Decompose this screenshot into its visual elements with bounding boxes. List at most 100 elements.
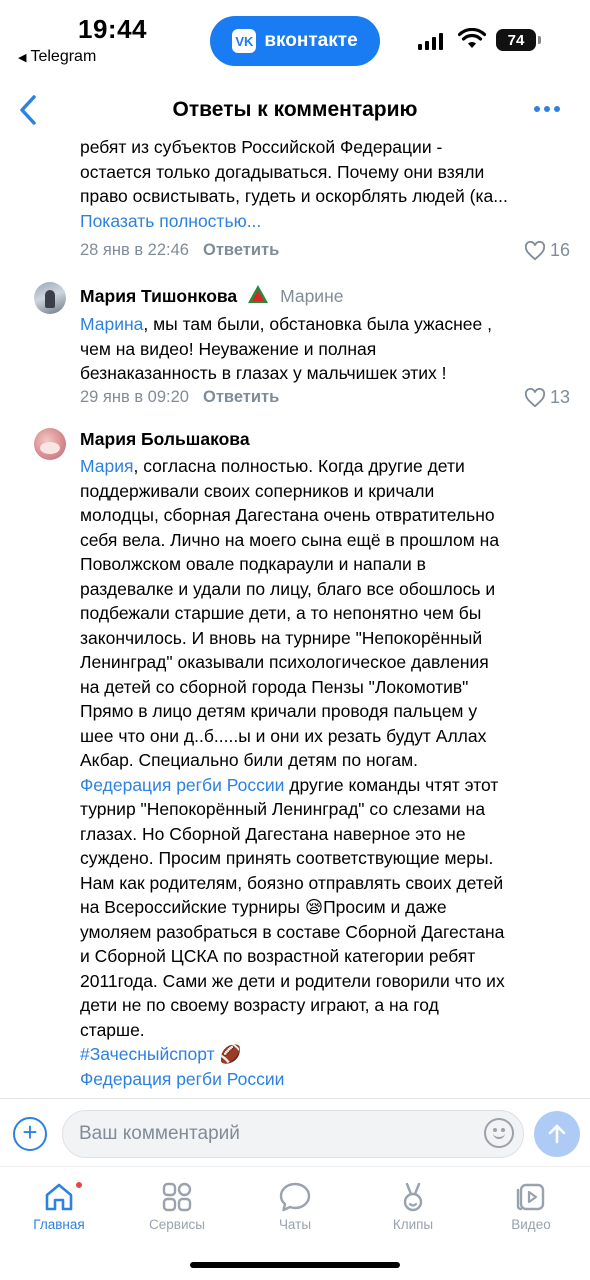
comment-line: Акбар. Специально били детям по ногам. bbox=[80, 750, 418, 770]
lokomotiv-logo-icon bbox=[247, 285, 268, 303]
comment-line: Ленинград" оказывали психологическое дав… bbox=[80, 652, 489, 672]
comment-line: на Всероссийские турниры bbox=[80, 897, 305, 917]
vk-logo-icon: VK bbox=[232, 29, 257, 53]
football-emoji-icon: 🏈 bbox=[219, 1044, 242, 1064]
like-button[interactable]: 13 bbox=[524, 387, 570, 408]
mention-link[interactable]: Мария bbox=[80, 456, 134, 476]
comment-line: суждено. Просим принять соответствующие … bbox=[80, 848, 494, 868]
comment-line: 2011года. Сами же дети и родители говори… bbox=[80, 970, 505, 991]
comment-header: Мария Тишонкова Марине bbox=[80, 283, 580, 309]
page-title: Ответы к комментарию bbox=[172, 98, 418, 121]
comment-text: Мария, согласна полностью. Когда другие … bbox=[80, 454, 585, 1091]
comment-line: на детей со сборной города Пензы "Локомо… bbox=[80, 676, 469, 697]
more-options-icon[interactable] bbox=[534, 106, 560, 112]
tab-label: Клипы bbox=[392, 1217, 434, 1232]
comment-line: безнаказанность в глазах у мальчишек эти… bbox=[80, 363, 447, 383]
comment-line: и Сборной ЦСКА по возрастной категории р… bbox=[80, 946, 476, 966]
services-icon bbox=[162, 1182, 192, 1212]
comment-line: Нам как родителям, боязно отправлять сво… bbox=[80, 872, 504, 893]
comment-meta: 28 янв в 22:46 Ответить bbox=[80, 241, 279, 260]
comment-line: Поволжском овале подкараули и напали в bbox=[80, 554, 426, 574]
comment-line: остается только догадываться. Почему они… bbox=[80, 161, 485, 182]
emoji-icon[interactable] bbox=[484, 1118, 514, 1148]
status-time: 19:44 bbox=[78, 14, 147, 44]
comment-line: , согласна полностью. Когда другие дети bbox=[133, 456, 465, 476]
heart-icon bbox=[524, 240, 546, 260]
vk-pill-label: вконтакте bbox=[264, 30, 358, 51]
comment-line: поддерживали своих соперников и кричали bbox=[80, 480, 435, 501]
comment-line: , мы там были, обстановка была ужаснее , bbox=[143, 314, 492, 334]
comment-line: другие команды чтят этот bbox=[284, 774, 499, 795]
comment-text: ребят из субъектов Российской Федерации … bbox=[80, 140, 580, 233]
tab-label: Главная bbox=[33, 1217, 85, 1232]
comment-input-bar: + Ваш комментарий bbox=[0, 1098, 590, 1166]
bottom-tab-bar: Главная Сервисы Чаты Клипы Видео bbox=[0, 1166, 590, 1280]
cellular-signal-icon bbox=[418, 32, 443, 50]
comments-feed[interactable]: ребят из субъектов Российской Федерации … bbox=[0, 140, 590, 1098]
battery-icon: 74 bbox=[496, 29, 536, 51]
comment-meta: 29 янв в 09:20 Ответить bbox=[80, 388, 279, 407]
tab-home[interactable]: Главная bbox=[4, 1177, 114, 1232]
comment-line: умоляем разобраться в составе Сборной Да… bbox=[80, 921, 505, 942]
comment-line: чем на видео! Неуважение и полная bbox=[80, 338, 377, 359]
home-icon bbox=[45, 1183, 73, 1211]
hashtag-link[interactable]: #Зачесныйспорт bbox=[80, 1044, 215, 1064]
notification-dot bbox=[75, 1181, 83, 1189]
comment-line: закончилось. И вновь на турнире "Непокор… bbox=[80, 627, 483, 648]
comment-line: ребят из субъектов Российской Федерации … bbox=[80, 140, 443, 157]
comment-line: глазах. Но Сборной Дагестана наверное эт… bbox=[80, 823, 466, 844]
vk-app-pill[interactable]: VK вконтакте bbox=[210, 16, 380, 66]
comment-line: подбежали старшие дети, а то непонятно ч… bbox=[80, 603, 482, 623]
attach-plus-icon[interactable]: + bbox=[13, 1117, 47, 1151]
tab-label: Видео bbox=[511, 1217, 551, 1232]
comment-input[interactable]: Ваш комментарий bbox=[62, 1110, 524, 1158]
avatar[interactable] bbox=[34, 428, 66, 460]
reply-button[interactable]: Ответить bbox=[203, 241, 279, 259]
like-count: 13 bbox=[549, 387, 570, 407]
comment-author[interactable]: Мария Тишонкова bbox=[80, 286, 237, 306]
clips-icon bbox=[403, 1182, 423, 1212]
page-header: Ответы к комментарию bbox=[0, 80, 590, 140]
battery-tip bbox=[538, 36, 541, 44]
wifi-icon bbox=[458, 28, 486, 48]
comment-line: старше. bbox=[80, 1019, 145, 1040]
comment-date: 28 янв в 22:46 bbox=[80, 241, 189, 259]
comment-line: шее что они д..б.....ы и они их резать б… bbox=[80, 725, 487, 746]
comment-line: себя вела. Лично на моего сына ещё в про… bbox=[80, 529, 500, 550]
mention-link[interactable]: Федерация регби России bbox=[80, 1067, 585, 1092]
comment-line: дети не по своему возрасту играют, а на … bbox=[80, 995, 439, 1015]
comment-line: молодцы, сборная Дагестана очень отврати… bbox=[80, 505, 495, 525]
comment-line: Просим и даже bbox=[323, 897, 447, 917]
like-count: 16 bbox=[549, 240, 570, 260]
status-bar: 19:44 ◀ Telegram VK вконтакте 74 bbox=[0, 0, 590, 80]
back-app-label: Telegram bbox=[30, 48, 97, 65]
sad-face-emoji-icon: 😪 bbox=[304, 897, 324, 917]
show-more-link[interactable]: Показать полностью... bbox=[80, 209, 580, 234]
tab-video[interactable]: Видео bbox=[476, 1177, 586, 1232]
comment-line: право освистывать, гудеть и оскорблять л… bbox=[80, 186, 508, 206]
tab-label: Чаты bbox=[278, 1217, 312, 1232]
tab-services[interactable]: Сервисы bbox=[122, 1177, 232, 1232]
video-icon bbox=[516, 1183, 545, 1211]
send-arrow-icon[interactable] bbox=[534, 1111, 580, 1157]
home-indicator[interactable] bbox=[190, 1262, 400, 1268]
comment-line: раздевалке и удали по лицу, благо все об… bbox=[80, 578, 496, 599]
tab-label: Сервисы bbox=[149, 1217, 205, 1232]
mention-link[interactable]: Марина bbox=[80, 314, 143, 334]
comment-line: Прямо в лицо детям кричали проводя пальц… bbox=[80, 701, 478, 721]
tab-chats[interactable]: Чаты bbox=[240, 1177, 350, 1232]
comment-author[interactable]: Мария Большакова bbox=[80, 429, 250, 449]
like-button[interactable]: 16 bbox=[524, 240, 570, 261]
back-to-app-link[interactable]: ◀ Telegram bbox=[18, 48, 96, 66]
reply-to-name[interactable]: Марине bbox=[280, 286, 343, 306]
comment-header: Мария Большакова bbox=[80, 429, 580, 450]
heart-icon bbox=[524, 387, 546, 407]
comment-text: Марина, мы там были, обстановка была ужа… bbox=[80, 312, 580, 386]
reply-button[interactable]: Ответить bbox=[203, 388, 279, 406]
tab-clips[interactable]: Клипы bbox=[358, 1177, 468, 1232]
avatar[interactable] bbox=[34, 282, 66, 314]
chat-icon bbox=[279, 1182, 311, 1212]
comment-line: турнир "Непокорённый Ленинград" со слеза… bbox=[80, 799, 486, 819]
comment-date: 29 янв в 09:20 bbox=[80, 388, 189, 406]
mention-link[interactable]: Федерация регби России bbox=[80, 775, 284, 795]
